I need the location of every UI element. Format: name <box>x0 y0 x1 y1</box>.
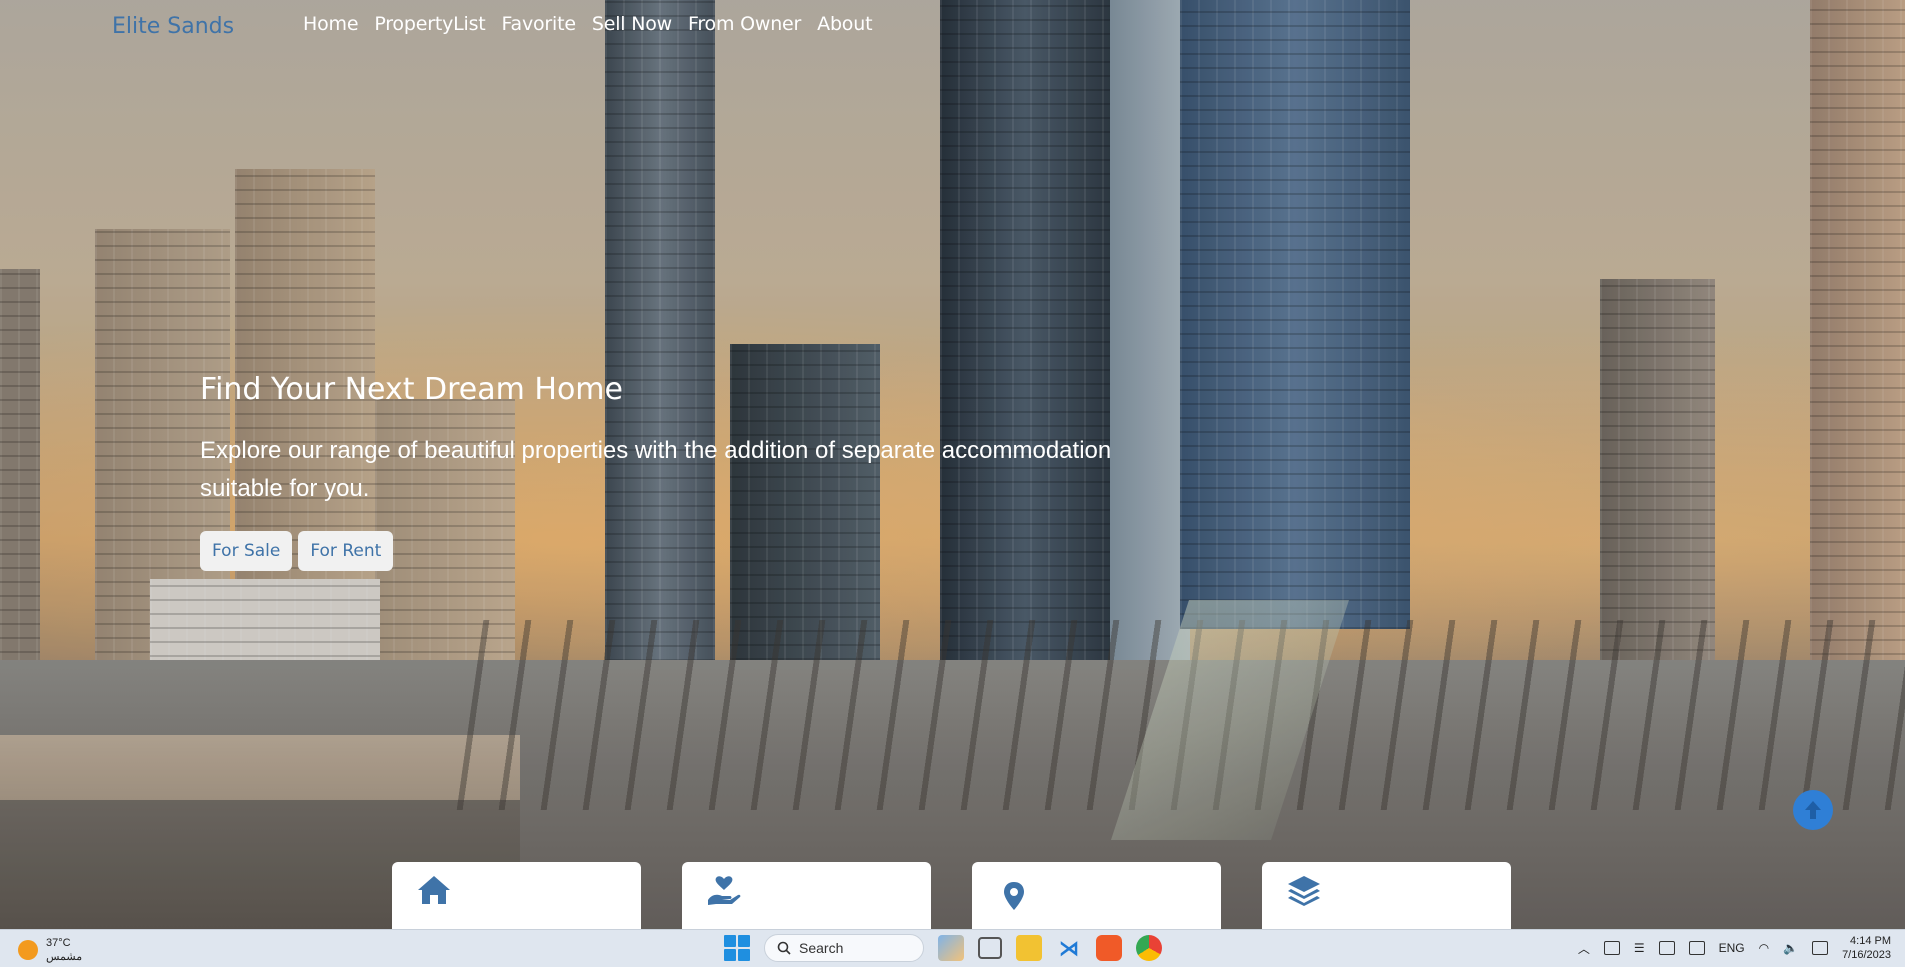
vscode-icon[interactable]: ⋊ <box>1056 935 1082 961</box>
map-pin-icon <box>1004 882 1024 910</box>
clock-time: 4:14 PM <box>1850 935 1891 947</box>
hero-title: Find Your Next Dream Home <box>200 372 623 407</box>
display-icon[interactable] <box>1688 941 1705 955</box>
system-tray: ︿ ☰ ENG ◠ 🔈 4:14 PM 7/16/2023 <box>1578 934 1891 962</box>
volume-icon[interactable]: 🔈 <box>1783 941 1798 955</box>
windows-start-icon[interactable] <box>724 935 750 961</box>
arrow-up-icon <box>1805 801 1821 819</box>
weather-desc: مشمس <box>46 951 83 963</box>
hero-subtitle: Explore our range of beautiful propertie… <box>200 437 1112 502</box>
chevron-up-icon[interactable]: ︿ <box>1578 940 1590 957</box>
home-icon <box>418 876 450 904</box>
nav-about[interactable]: About <box>817 13 872 35</box>
language-indicator[interactable]: ENG <box>1719 941 1745 955</box>
for-sale-button[interactable]: For Sale <box>200 531 293 571</box>
taskbar-apps: Search ⋊ <box>724 934 1162 962</box>
battery-icon[interactable] <box>1812 941 1829 955</box>
weather-temp: 37°C <box>46 937 71 949</box>
for-rent-button[interactable]: For Rent <box>298 531 394 571</box>
nav-property-list[interactable]: PropertyList <box>374 13 485 35</box>
widgets-icon[interactable] <box>938 935 964 961</box>
nav-favorite[interactable]: Favorite <box>502 13 577 35</box>
nav-menu: Home PropertyList Favorite Sell Now From… <box>303 13 873 35</box>
os-taskbar: 37°C مشمس Search ⋊ ︿ ☰ ENG ◠ 🔈 4:14 PM 7… <box>0 929 1905 967</box>
file-explorer-icon[interactable] <box>1016 935 1042 961</box>
nav-from-owner[interactable]: From Owner <box>688 13 801 35</box>
task-view-icon[interactable] <box>978 937 1002 959</box>
sun-icon <box>18 940 38 960</box>
brand-logo[interactable]: Elite Sands <box>112 14 234 39</box>
layers-icon <box>1288 876 1320 906</box>
navbar: Elite Sands Home PropertyList Favorite S… <box>0 0 1905 50</box>
hand-heart-icon <box>708 876 741 905</box>
nav-home[interactable]: Home <box>303 13 359 35</box>
clock-date: 7/16/2023 <box>1842 949 1891 961</box>
battery-saver-icon[interactable] <box>1603 941 1620 955</box>
taskbar-search[interactable]: Search <box>764 934 924 962</box>
clock[interactable]: 4:14 PM 7/16/2023 <box>1842 934 1891 962</box>
keyboard-icon[interactable] <box>1658 941 1675 955</box>
chrome-icon[interactable] <box>1136 935 1162 961</box>
settings-sliders-icon[interactable]: ☰ <box>1634 941 1645 955</box>
hero-buttons: For Sale For Rent <box>200 531 394 571</box>
search-icon <box>777 941 791 955</box>
scroll-to-top-button[interactable] <box>1793 790 1833 830</box>
search-label: Search <box>799 940 844 956</box>
weather-widget[interactable]: 37°C مشمس <box>18 936 82 964</box>
nav-sell-now[interactable]: Sell Now <box>592 13 672 35</box>
brave-browser-icon[interactable] <box>1096 935 1122 961</box>
wifi-icon[interactable]: ◠ <box>1759 941 1769 955</box>
